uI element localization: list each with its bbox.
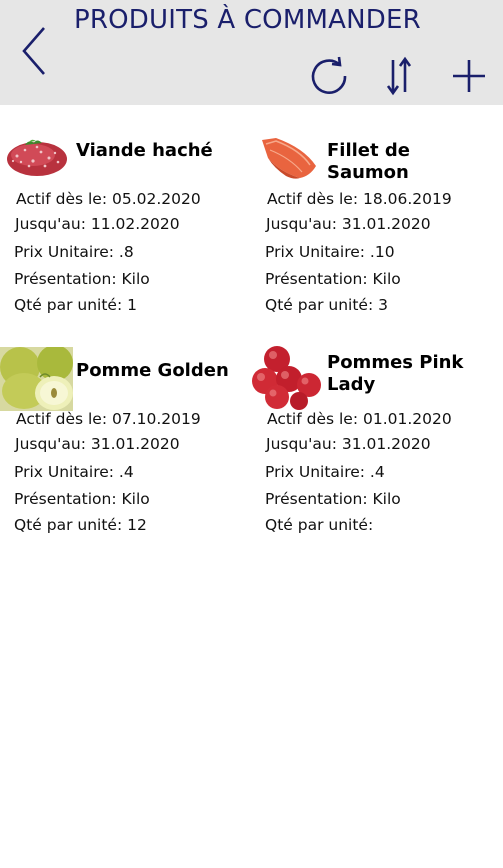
plus-icon <box>453 60 485 92</box>
unit-price-text: Prix Unitaire: .10 <box>265 243 395 261</box>
presentation-text: Présentation: Kilo <box>14 270 150 288</box>
quantity-per-unit-text: Qté par unité: 1 <box>14 296 137 314</box>
unit-price-text: Prix Unitaire: .4 <box>14 463 134 481</box>
product-name: Viande haché <box>76 140 213 161</box>
golden-apple-image <box>0 345 73 411</box>
product-card[interactable]: Pommes Pink Lady Actif dès le: 01.01.202… <box>251 345 501 560</box>
active-from-text: Actif dès le: 05.02.2020 <box>16 190 201 208</box>
presentation-text: Présentation: Kilo <box>14 490 150 508</box>
valid-until-text: Jusqu'au: 31.01.2020 <box>266 215 431 233</box>
active-from-text: Actif dès le: 01.01.2020 <box>267 410 452 428</box>
product-card[interactable]: Fillet de Saumon Actif dès le: 18.06.201… <box>251 125 501 340</box>
product-name: Fillet de Saumon <box>327 140 410 183</box>
active-from-text: Actif dès le: 18.06.2019 <box>267 190 452 208</box>
active-from-text: Actif dès le: 07.10.2019 <box>16 410 201 428</box>
presentation-text: Présentation: Kilo <box>265 270 401 288</box>
header-bar: PRODUITS À COMMANDER <box>0 0 503 105</box>
quantity-per-unit-text: Qté par unité: <box>265 516 374 534</box>
product-name: Pomme Golden <box>76 360 229 381</box>
page-title: PRODUITS À COMMANDER <box>74 5 421 35</box>
sort-icon <box>386 56 412 96</box>
refresh-button[interactable] <box>309 56 349 96</box>
chevron-left-icon <box>22 27 45 75</box>
unit-price-text: Prix Unitaire: .8 <box>14 243 134 261</box>
refresh-icon <box>311 56 347 94</box>
ground-meat-image <box>3 128 71 188</box>
valid-until-text: Jusqu'au: 31.01.2020 <box>266 435 431 453</box>
sort-button[interactable] <box>380 56 420 96</box>
valid-until-text: Jusqu'au: 31.01.2020 <box>15 435 180 453</box>
quantity-per-unit-text: Qté par unité: 3 <box>265 296 388 314</box>
valid-until-text: Jusqu'au: 11.02.2020 <box>15 215 180 233</box>
unit-price-text: Prix Unitaire: .4 <box>265 463 385 481</box>
quantity-per-unit-text: Qté par unité: 12 <box>14 516 147 534</box>
back-button[interactable] <box>14 24 54 80</box>
product-card[interactable]: Viande haché Actif dès le: 05.02.2020 Ju… <box>0 125 250 340</box>
presentation-text: Présentation: Kilo <box>265 490 401 508</box>
salmon-fillet-image <box>254 128 322 188</box>
add-button[interactable] <box>449 56 489 96</box>
product-card[interactable]: Pomme Golden Actif dès le: 07.10.2019 Ju… <box>0 345 250 560</box>
product-name: Pommes Pink Lady <box>327 352 464 395</box>
pink-lady-apples-image <box>251 345 323 411</box>
